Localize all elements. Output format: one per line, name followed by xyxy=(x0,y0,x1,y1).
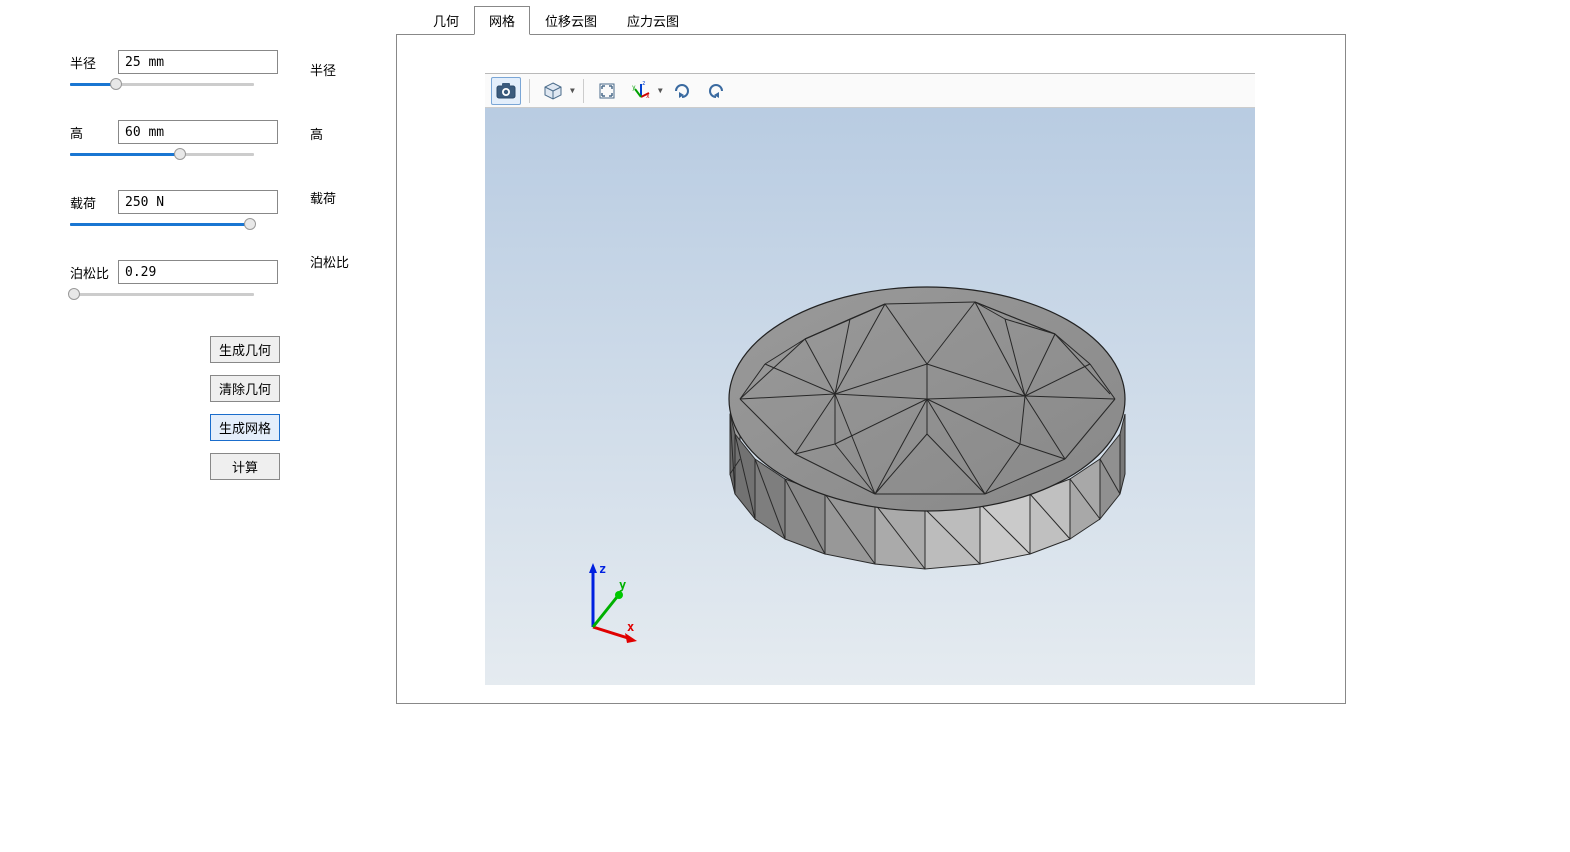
height-slider[interactable] xyxy=(70,146,254,162)
rotate-ccw-button[interactable] xyxy=(701,77,731,105)
generate-mesh-button[interactable]: 生成网格 xyxy=(210,414,280,441)
poisson-label: 泊松比 xyxy=(70,263,110,282)
svg-text:z: z xyxy=(599,562,606,576)
side-label-radius: 半径 xyxy=(310,60,349,76)
height-label: 高 xyxy=(70,123,110,142)
rotate-cw-icon xyxy=(672,81,692,101)
mesh-visualization xyxy=(685,224,1165,584)
rotate-ccw-icon xyxy=(706,81,726,101)
chevron-down-icon[interactable]: ▼ xyxy=(570,86,575,95)
svg-text:y: y xyxy=(619,578,626,592)
height-input[interactable] xyxy=(118,120,278,144)
viewer-3d[interactable]: ▼ zxy ▼ xyxy=(485,73,1255,685)
tab-geometry[interactable]: 几何 xyxy=(418,6,474,35)
viewer-toolbar: ▼ zx y ▼ xyxy=(485,74,1255,108)
fit-icon xyxy=(598,82,616,100)
tab-stress[interactable]: 应力云图 xyxy=(612,6,694,35)
load-slider[interactable] xyxy=(70,216,254,232)
viewer-frame: ▼ zxy ▼ xyxy=(396,34,1346,704)
side-label-load: 载荷 xyxy=(310,188,349,204)
axes-toggle-button[interactable]: zx y xyxy=(626,77,656,105)
load-input[interactable] xyxy=(118,190,278,214)
radius-slider[interactable] xyxy=(70,76,254,92)
svg-text:y: y xyxy=(632,84,636,91)
side-label-poisson: 泊松比 xyxy=(310,252,349,268)
axis-gizmo: z x y xyxy=(569,559,649,645)
svg-text:x: x xyxy=(627,620,634,634)
view-cube-button[interactable] xyxy=(538,77,568,105)
snapshot-button[interactable] xyxy=(491,77,521,105)
svg-text:z: z xyxy=(642,81,646,87)
tab-mesh[interactable]: 网格 xyxy=(474,6,530,35)
load-label: 载荷 xyxy=(70,193,110,212)
radius-label: 半径 xyxy=(70,53,110,72)
tab-displacement[interactable]: 位移云图 xyxy=(530,6,612,35)
side-label-column: 半径 高 载荷 泊松比 xyxy=(310,60,349,268)
fit-view-button[interactable] xyxy=(592,77,622,105)
rotate-cw-button[interactable] xyxy=(667,77,697,105)
cube-icon xyxy=(543,81,563,101)
axes-icon: zx y xyxy=(631,81,651,101)
camera-icon xyxy=(496,82,516,100)
radius-input[interactable] xyxy=(118,50,278,74)
generate-geometry-button[interactable]: 生成几何 xyxy=(210,336,280,363)
poisson-slider[interactable] xyxy=(70,286,254,302)
svg-text:x: x xyxy=(646,93,650,100)
side-label-height: 高 xyxy=(310,124,349,140)
chevron-down-icon[interactable]: ▼ xyxy=(658,86,663,95)
view-tabs: 几何 网格 位移云图 应力云图 xyxy=(418,6,1556,35)
poisson-input[interactable] xyxy=(118,260,278,284)
clear-geometry-button[interactable]: 清除几何 xyxy=(210,375,280,402)
calculate-button[interactable]: 计算 xyxy=(210,453,280,480)
